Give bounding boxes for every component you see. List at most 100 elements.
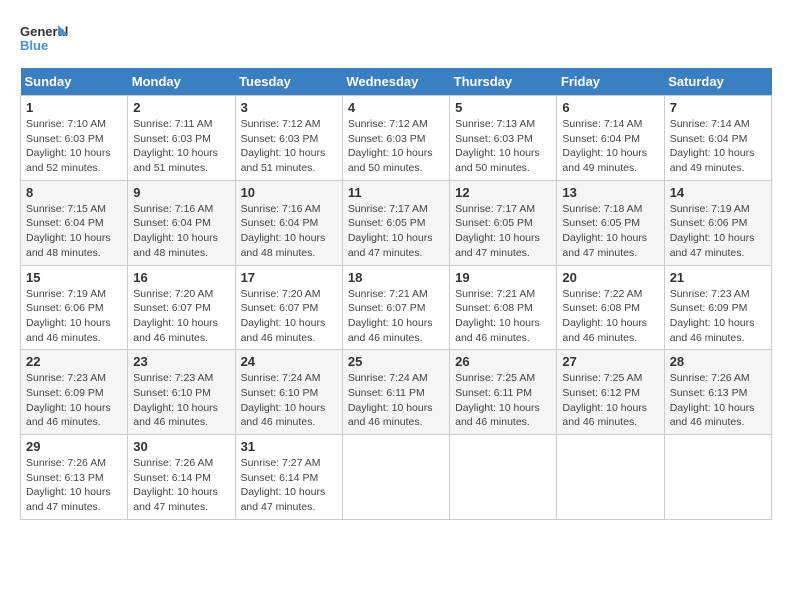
day-info: Sunrise: 7:17 AM Sunset: 6:05 PM Dayligh… <box>455 202 551 261</box>
calendar-cell: 10Sunrise: 7:16 AM Sunset: 6:04 PM Dayli… <box>235 180 342 265</box>
calendar-cell: 4 Sunrise: 7:12 AM Sunset: 6:03 PM Daylig… <box>342 96 449 181</box>
calendar-cell: 7Sunrise: 7:14 AM Sunset: 6:04 PM Daylig… <box>664 96 771 181</box>
day-info: Sunrise: 7:22 AM Sunset: 6:08 PM Dayligh… <box>562 287 658 346</box>
calendar-week-row: 22 Sunrise: 7:23 AM Sunset: 6:09 PM Dayli… <box>21 350 772 435</box>
calendar-cell: 8 Sunrise: 7:15 AM Sunset: 6:04 PM Daylig… <box>21 180 128 265</box>
day-info: Sunrise: 7:23 AM Sunset: 6:09 PM Dayligh… <box>670 287 766 346</box>
calendar-header-sunday: Sunday <box>21 68 128 96</box>
day-info: Sunrise: 7:20 AM Sunset: 6:07 PM Dayligh… <box>133 287 229 346</box>
day-number: 30 <box>133 439 229 454</box>
calendar-header-wednesday: Wednesday <box>342 68 449 96</box>
day-info: Sunrise: 7:21 AM Sunset: 6:07 PM Dayligh… <box>348 287 444 346</box>
calendar-header-monday: Monday <box>128 68 235 96</box>
day-number: 5 <box>455 100 551 115</box>
day-info: Sunrise: 7:23 AM Sunset: 6:10 PM Dayligh… <box>133 371 229 430</box>
day-number: 15 <box>26 270 122 285</box>
calendar-week-row: 15 Sunrise: 7:19 AM Sunset: 6:06 PM Dayli… <box>21 265 772 350</box>
day-info: Sunrise: 7:19 AM Sunset: 6:06 PM Dayligh… <box>670 202 766 261</box>
page-header: GeneralBlue <box>20 20 772 60</box>
day-info: Sunrise: 7:24 AM Sunset: 6:11 PM Dayligh… <box>348 371 444 430</box>
day-info: Sunrise: 7:16 AM Sunset: 6:04 PM Dayligh… <box>133 202 229 261</box>
day-info: Sunrise: 7:24 AM Sunset: 6:10 PM Dayligh… <box>241 371 337 430</box>
day-number: 1 <box>26 100 122 115</box>
day-number: 13 <box>562 185 658 200</box>
calendar-cell: 25Sunrise: 7:24 AM Sunset: 6:11 PM Dayli… <box>342 350 449 435</box>
calendar-header-friday: Friday <box>557 68 664 96</box>
day-info: Sunrise: 7:23 AM Sunset: 6:09 PM Dayligh… <box>26 371 122 430</box>
calendar-cell: 16Sunrise: 7:20 AM Sunset: 6:07 PM Dayli… <box>128 265 235 350</box>
day-info: Sunrise: 7:25 AM Sunset: 6:12 PM Dayligh… <box>562 371 658 430</box>
day-number: 24 <box>241 354 337 369</box>
day-info: Sunrise: 7:25 AM Sunset: 6:11 PM Dayligh… <box>455 371 551 430</box>
calendar-cell: 19Sunrise: 7:21 AM Sunset: 6:08 PM Dayli… <box>450 265 557 350</box>
day-number: 4 <box>348 100 444 115</box>
day-info: Sunrise: 7:15 AM Sunset: 6:04 PM Dayligh… <box>26 202 122 261</box>
calendar-cell <box>342 435 449 520</box>
day-number: 3 <box>241 100 337 115</box>
day-info: Sunrise: 7:11 AM Sunset: 6:03 PM Dayligh… <box>133 117 229 176</box>
day-number: 12 <box>455 185 551 200</box>
day-number: 28 <box>670 354 766 369</box>
calendar-cell: 22 Sunrise: 7:23 AM Sunset: 6:09 PM Dayli… <box>21 350 128 435</box>
day-number: 20 <box>562 270 658 285</box>
calendar-week-row: 8 Sunrise: 7:15 AM Sunset: 6:04 PM Daylig… <box>21 180 772 265</box>
day-number: 11 <box>348 185 444 200</box>
calendar-cell: 11 Sunrise: 7:17 AM Sunset: 6:05 PM Dayli… <box>342 180 449 265</box>
day-info: Sunrise: 7:26 AM Sunset: 6:13 PM Dayligh… <box>26 456 122 515</box>
calendar-cell: 24 Sunrise: 7:24 AM Sunset: 6:10 PM Dayli… <box>235 350 342 435</box>
calendar-cell <box>557 435 664 520</box>
calendar-cell: 6 Sunrise: 7:14 AM Sunset: 6:04 PM Daylig… <box>557 96 664 181</box>
calendar-cell: 3 Sunrise: 7:12 AM Sunset: 6:03 PM Daylig… <box>235 96 342 181</box>
day-number: 18 <box>348 270 444 285</box>
calendar-cell: 17 Sunrise: 7:20 AM Sunset: 6:07 PM Dayli… <box>235 265 342 350</box>
day-info: Sunrise: 7:17 AM Sunset: 6:05 PM Dayligh… <box>348 202 444 261</box>
logo: GeneralBlue <box>20 20 70 60</box>
calendar-cell: 14 Sunrise: 7:19 AM Sunset: 6:06 PM Dayli… <box>664 180 771 265</box>
svg-text:Blue: Blue <box>20 38 48 53</box>
day-info: Sunrise: 7:12 AM Sunset: 6:03 PM Dayligh… <box>348 117 444 176</box>
calendar-week-row: 1Sunrise: 7:10 AM Sunset: 6:03 PM Daylig… <box>21 96 772 181</box>
day-number: 21 <box>670 270 766 285</box>
calendar-cell: 1Sunrise: 7:10 AM Sunset: 6:03 PM Daylig… <box>21 96 128 181</box>
calendar-header-tuesday: Tuesday <box>235 68 342 96</box>
day-number: 8 <box>26 185 122 200</box>
day-number: 22 <box>26 354 122 369</box>
day-number: 6 <box>562 100 658 115</box>
calendar-cell: 28Sunrise: 7:26 AM Sunset: 6:13 PM Dayli… <box>664 350 771 435</box>
day-info: Sunrise: 7:27 AM Sunset: 6:14 PM Dayligh… <box>241 456 337 515</box>
day-info: Sunrise: 7:20 AM Sunset: 6:07 PM Dayligh… <box>241 287 337 346</box>
calendar-cell: 2 Sunrise: 7:11 AM Sunset: 6:03 PM Daylig… <box>128 96 235 181</box>
day-info: Sunrise: 7:26 AM Sunset: 6:14 PM Dayligh… <box>133 456 229 515</box>
day-number: 31 <box>241 439 337 454</box>
day-number: 2 <box>133 100 229 115</box>
day-number: 27 <box>562 354 658 369</box>
calendar-cell: 21 Sunrise: 7:23 AM Sunset: 6:09 PM Dayli… <box>664 265 771 350</box>
day-number: 10 <box>241 185 337 200</box>
day-number: 14 <box>670 185 766 200</box>
day-number: 23 <box>133 354 229 369</box>
calendar-cell: 15 Sunrise: 7:19 AM Sunset: 6:06 PM Dayli… <box>21 265 128 350</box>
calendar-cell: 30 Sunrise: 7:26 AM Sunset: 6:14 PM Dayli… <box>128 435 235 520</box>
day-number: 17 <box>241 270 337 285</box>
calendar-table: SundayMondayTuesdayWednesdayThursdayFrid… <box>20 68 772 520</box>
calendar-cell: 13Sunrise: 7:18 AM Sunset: 6:05 PM Dayli… <box>557 180 664 265</box>
day-info: Sunrise: 7:14 AM Sunset: 6:04 PM Dayligh… <box>562 117 658 176</box>
day-number: 9 <box>133 185 229 200</box>
day-info: Sunrise: 7:12 AM Sunset: 6:03 PM Dayligh… <box>241 117 337 176</box>
calendar-cell: 9 Sunrise: 7:16 AM Sunset: 6:04 PM Daylig… <box>128 180 235 265</box>
day-info: Sunrise: 7:19 AM Sunset: 6:06 PM Dayligh… <box>26 287 122 346</box>
day-info: Sunrise: 7:21 AM Sunset: 6:08 PM Dayligh… <box>455 287 551 346</box>
calendar-header-saturday: Saturday <box>664 68 771 96</box>
calendar-cell: 27 Sunrise: 7:25 AM Sunset: 6:12 PM Dayli… <box>557 350 664 435</box>
logo-svg: GeneralBlue <box>20 20 70 60</box>
calendar-cell: 12 Sunrise: 7:17 AM Sunset: 6:05 PM Dayli… <box>450 180 557 265</box>
day-info: Sunrise: 7:13 AM Sunset: 6:03 PM Dayligh… <box>455 117 551 176</box>
day-number: 7 <box>670 100 766 115</box>
calendar-cell <box>450 435 557 520</box>
calendar-cell: 31 Sunrise: 7:27 AM Sunset: 6:14 PM Dayli… <box>235 435 342 520</box>
calendar-cell: 18 Sunrise: 7:21 AM Sunset: 6:07 PM Dayli… <box>342 265 449 350</box>
calendar-cell: 29Sunrise: 7:26 AM Sunset: 6:13 PM Dayli… <box>21 435 128 520</box>
calendar-cell: 5 Sunrise: 7:13 AM Sunset: 6:03 PM Daylig… <box>450 96 557 181</box>
calendar-cell: 26Sunrise: 7:25 AM Sunset: 6:11 PM Dayli… <box>450 350 557 435</box>
calendar-cell: 20 Sunrise: 7:22 AM Sunset: 6:08 PM Dayli… <box>557 265 664 350</box>
